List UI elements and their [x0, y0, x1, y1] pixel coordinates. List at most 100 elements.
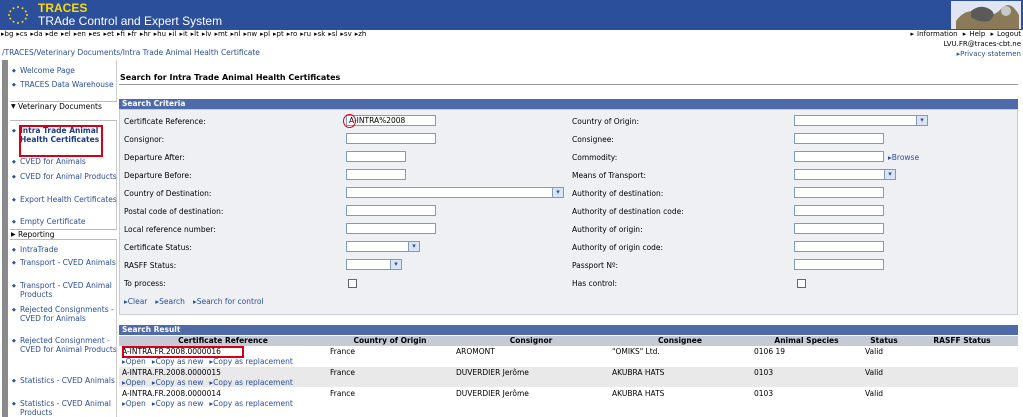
language-link-en[interactable]: ▸en	[74, 30, 86, 38]
language-link-il[interactable]: ▸il	[169, 30, 176, 38]
sidebar-item-data-warehouse[interactable]: TRACES Data Warehouse	[12, 80, 120, 90]
browse-link[interactable]: ▸Browse	[888, 153, 923, 162]
search-button[interactable]: ▸Search	[155, 297, 189, 306]
language-link-zh[interactable]: ▸zh	[355, 30, 367, 38]
sidebar-item-empty-certificate[interactable]: Empty Certificate	[12, 217, 120, 227]
language-link-it[interactable]: ▸it	[179, 30, 187, 38]
consignor-input[interactable]	[346, 133, 436, 144]
language-link-de[interactable]: ▸de	[46, 30, 58, 38]
copy-replacement-link[interactable]: ▸Copy as replacement	[209, 378, 295, 387]
authority-origin-code-input[interactable]	[794, 241, 884, 252]
language-link-pt[interactable]: ▸pt	[273, 30, 284, 38]
col-rasff-status[interactable]: RASFF Status	[906, 336, 1018, 346]
language-link-lv[interactable]: ▸lv	[202, 30, 212, 38]
language-link-fr[interactable]: ▸fr	[128, 30, 137, 38]
copy-new-link[interactable]: ▸Copy as new	[152, 399, 207, 408]
language-link-lt[interactable]: ▸lt	[191, 30, 199, 38]
rasff-status-select[interactable]	[346, 259, 402, 270]
open-link[interactable]: ▸Open	[122, 399, 149, 408]
has-control-checkbox[interactable]	[797, 279, 806, 288]
breadcrumb-traces[interactable]: /TRACES/	[2, 48, 36, 57]
language-link-nw[interactable]: ▸nw	[243, 30, 257, 38]
language-link-da[interactable]: ▸da	[30, 30, 42, 38]
language-link-hr[interactable]: ▸hr	[140, 30, 151, 38]
means-transport-select[interactable]	[794, 169, 896, 180]
language-link-et[interactable]: ▸et	[103, 30, 114, 38]
commodity-input[interactable]	[794, 151, 884, 162]
results-table: Certificate Reference Country of Origin …	[119, 336, 1018, 409]
language-link-sv[interactable]: ▸sv	[340, 30, 351, 38]
authority-destination-code-label: Authority of destination code:	[572, 207, 684, 216]
departure-after-input[interactable]	[346, 151, 406, 162]
language-link-cs[interactable]: ▸cs	[16, 30, 27, 38]
logout-link[interactable]: ▸ Logout	[991, 30, 1021, 38]
search-label: Search	[159, 297, 185, 306]
clear-label: Clear	[127, 297, 148, 306]
col-consignor[interactable]: Consignor	[453, 336, 609, 346]
copy-replacement-link[interactable]: ▸Copy as replacement	[209, 357, 295, 366]
sidebar-item-cved-animals[interactable]: CVED for Animals	[12, 157, 120, 167]
col-certificate-reference[interactable]: Certificate Reference	[119, 336, 327, 346]
to-process-checkbox[interactable]	[348, 279, 357, 288]
sidebar-item-transport-cved-animals[interactable]: Transport - CVED Animals	[12, 258, 120, 268]
copy-new-link[interactable]: ▸Copy as new	[152, 357, 207, 366]
local-ref-input[interactable]	[346, 223, 436, 234]
sidebar-item-statistics-cved-animal-products[interactable]: Statistics - CVED Animal Products	[12, 399, 120, 417]
consignee-input[interactable]	[794, 133, 884, 144]
language-link-nl[interactable]: ▸nl	[231, 30, 241, 38]
language-link-fi[interactable]: ▸fi	[117, 30, 125, 38]
language-link-ru[interactable]: ▸ru	[300, 30, 311, 38]
language-bar: ▸bg ▸cs ▸da ▸de ▸el ▸en ▸es ▸et ▸fi ▸fr ▸hr ▸hu ▸il ▸…	[0, 30, 1023, 40]
cert-status-label: Certificate Status:	[124, 243, 192, 252]
sidebar-item-intratrade[interactable]: IntraTrade	[12, 245, 120, 255]
sidebar-item-rejected-cved-animals[interactable]: Rejected Consignments - CVED for Animals	[12, 305, 120, 323]
passport-input[interactable]	[794, 259, 884, 270]
col-consignee[interactable]: Consignee	[609, 336, 751, 346]
section-label: Reporting	[18, 230, 55, 239]
col-country-origin[interactable]: Country of Origin	[327, 336, 453, 346]
language-link-sk[interactable]: ▸sk	[314, 30, 325, 38]
language-link-ro[interactable]: ▸ro	[287, 30, 298, 38]
sidebar-section-vet-docs[interactable]: ▼ Veterinary Documents	[10, 101, 117, 121]
authority-destination-code-input[interactable]	[794, 205, 884, 216]
col-animal-species[interactable]: Animal Species	[751, 336, 862, 346]
departure-before-input[interactable]	[346, 169, 406, 180]
privacy-link[interactable]: ▸Privacy statemen	[957, 50, 1021, 58]
sidebar-item-rejected-cved-animal-products[interactable]: Rejected Consignment - CVED for Animal P…	[12, 336, 120, 354]
language-link-hu[interactable]: ▸hu	[154, 30, 166, 38]
copy-replacement-link[interactable]: ▸Copy as replacement	[209, 399, 295, 408]
sidebar-item-welcome[interactable]: Welcome Page	[12, 66, 120, 76]
open-link[interactable]: ▸Open	[122, 378, 149, 387]
language-link-bg[interactable]: ▸bg	[1, 30, 13, 38]
language-link-sl[interactable]: ▸sl	[328, 30, 337, 38]
cert-status-select[interactable]	[346, 241, 420, 252]
sidebar-item-export-health[interactable]: Export Health Certificates	[12, 195, 120, 205]
top-links: ▸ Information ▸ Help ▸ Logout	[908, 30, 1021, 38]
language-link-mt[interactable]: ▸mt	[214, 30, 227, 38]
information-link[interactable]: ▸ Information	[911, 30, 958, 38]
search-control-button[interactable]: ▸Search for control	[193, 297, 268, 306]
sidebar-section-reporting[interactable]: ▶ Reporting	[10, 229, 117, 240]
departure-before-label: Departure Before:	[124, 171, 192, 180]
cell-rasff	[906, 387, 1018, 409]
authority-origin-input[interactable]	[794, 223, 884, 234]
col-status[interactable]: Status	[862, 336, 906, 346]
breadcrumb-vet-docs[interactable]: Veterinary Documents	[36, 48, 120, 57]
country-origin-select[interactable]	[794, 115, 928, 126]
sidebar-item-statistics-cved-animals[interactable]: Statistics - CVED Animals	[12, 376, 120, 386]
language-link-pl[interactable]: ▸pl	[260, 30, 270, 38]
open-link[interactable]: ▸Open	[122, 357, 149, 366]
language-link-es[interactable]: ▸es	[89, 30, 100, 38]
sidebar-item-cved-animal-products[interactable]: CVED for Animal Products	[12, 172, 120, 182]
language-link-el[interactable]: ▸el	[61, 30, 71, 38]
authority-destination-input[interactable]	[794, 187, 884, 198]
copy-new-link[interactable]: ▸Copy as new	[152, 378, 207, 387]
help-link[interactable]: ▸ Help	[963, 30, 985, 38]
clear-button[interactable]: ▸Clear	[124, 297, 151, 306]
country-destination-select[interactable]	[346, 187, 564, 198]
sidebar-item-transport-cved-animal-products[interactable]: Transport - CVED Animal Products	[12, 281, 120, 299]
certificate-reference-input[interactable]: A-INTRA%2008	[346, 115, 436, 126]
postal-code-input[interactable]	[346, 205, 436, 216]
sidebar: Welcome Page TRACES Data Warehouse ▼Vete…	[2, 60, 117, 417]
browse-label: Browse	[891, 153, 920, 162]
